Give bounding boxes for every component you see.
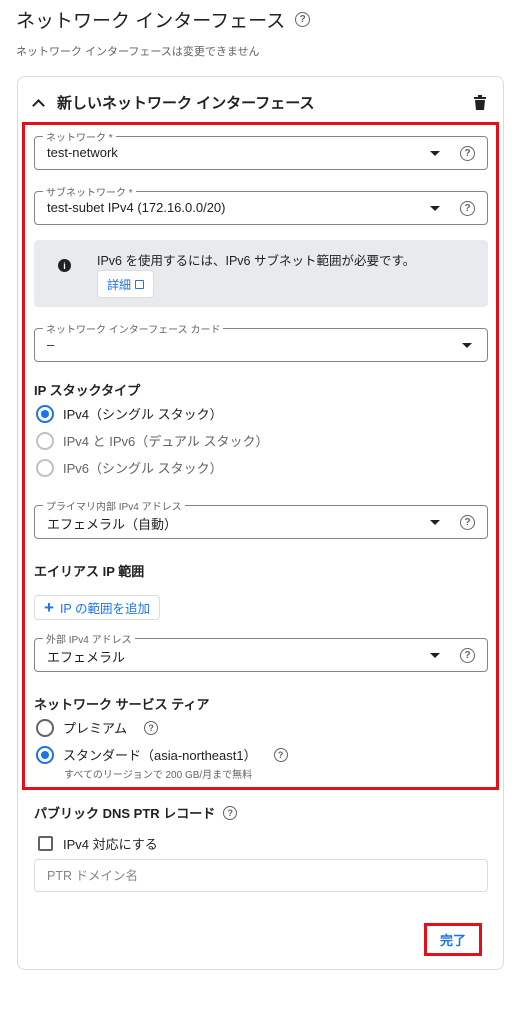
standard-tier-note: すべてのリージョンで 200 GB/月まで無料 xyxy=(64,770,253,781)
info-icon: i xyxy=(58,259,71,272)
alias-ip-title: エイリアス IP 範囲 xyxy=(34,564,145,579)
network-label: ネットワーク * xyxy=(43,129,116,144)
radio-dual-stack[interactable]: IPv4 と IPv6（デュアル スタック） xyxy=(36,431,268,450)
help-icon[interactable]: ? xyxy=(460,648,475,663)
subnetwork-value: test-subet IPv4 (172.16.0.0/20) xyxy=(47,200,226,215)
details-label: 詳細 xyxy=(107,277,132,292)
radio-label: スタンダード（asia-northeast1） xyxy=(63,748,257,763)
nic-card-value: – xyxy=(47,337,55,352)
subnetwork-select[interactable]: サブネットワーク * test-subet IPv4 (172.16.0.0/2… xyxy=(34,184,488,225)
dropdown-caret-icon[interactable] xyxy=(430,206,440,211)
ipv4-enable-checkbox[interactable]: IPv4 対応にする xyxy=(38,834,158,853)
card-header-title: 新しいネットワーク インターフェース xyxy=(57,95,315,112)
service-tier-title: ネットワーク サービス ティア xyxy=(34,697,210,712)
dropdown-caret-icon[interactable] xyxy=(430,520,440,525)
radio-ipv6-single[interactable]: IPv6（シングル スタック） xyxy=(36,458,223,477)
primary-ip-label: プライマリ内部 IPv4 アドレス xyxy=(43,498,185,513)
dns-ptr-title-text: パブリック DNS PTR レコード xyxy=(34,806,216,821)
radio-label: IPv4 と IPv6（デュアル スタック） xyxy=(63,434,269,449)
radio-button[interactable] xyxy=(36,745,54,764)
external-ip-label: 外部 IPv4 アドレス xyxy=(43,631,135,646)
subnetwork-label: サブネットワーク * xyxy=(43,184,136,199)
radio-premium[interactable]: プレミアム ? xyxy=(36,718,159,737)
dropdown-caret-icon[interactable] xyxy=(430,653,440,658)
help-icon[interactable]: ? xyxy=(144,720,159,735)
details-button[interactable]: 詳細 xyxy=(97,270,155,298)
ipv6-info-box: i IPv6 を使用するには、IPv6 サブネット範囲が必要です。 詳細 xyxy=(34,240,488,307)
radio-label: IPv6（シングル スタック） xyxy=(63,461,223,476)
page-title-text: ネットワーク インターフェース xyxy=(16,11,286,32)
info-text: IPv6 を使用するには、IPv6 サブネット範囲が必要です。 xyxy=(97,254,416,268)
page-subtitle: ネットワーク インターフェースは変更できません xyxy=(16,46,260,58)
radio-button[interactable] xyxy=(36,458,54,477)
network-select[interactable]: ネットワーク * test-network ? xyxy=(34,129,488,170)
nic-card-select[interactable]: ネットワーク インターフェース カード – xyxy=(34,321,488,362)
ptr-domain-input[interactable] xyxy=(35,860,487,891)
radio-label: IPv4（シングル スタック） xyxy=(63,407,223,422)
ip-stack-title: IP スタックタイプ xyxy=(34,383,141,398)
radio-standard[interactable]: スタンダード（asia-northeast1） ? xyxy=(36,745,288,764)
dns-ptr-title: パブリック DNS PTR レコード ? xyxy=(34,803,238,822)
trash-icon[interactable] xyxy=(473,95,487,110)
external-link-icon xyxy=(135,279,145,289)
radio-label: プレミアム xyxy=(63,721,128,736)
plus-icon: + xyxy=(44,598,54,617)
add-ip-range-button[interactable]: + IP の範囲を追加 xyxy=(34,595,160,620)
add-ip-range-label: IP の範囲を追加 xyxy=(59,602,150,616)
dropdown-caret-icon[interactable] xyxy=(462,343,472,348)
card-header[interactable]: 新しいネットワーク インターフェース xyxy=(32,92,315,113)
checkbox-label: IPv4 対応にする xyxy=(63,837,158,852)
help-icon[interactable]: ? xyxy=(460,201,475,216)
radio-button[interactable] xyxy=(36,431,54,450)
help-icon[interactable]: ? xyxy=(460,515,475,530)
help-icon[interactable]: ? xyxy=(295,12,311,27)
primary-ip-select[interactable]: プライマリ内部 IPv4 アドレス エフェメラル（自動） ? xyxy=(34,498,488,539)
ptr-domain-field[interactable] xyxy=(34,859,488,892)
page-title: ネットワーク インターフェース ? xyxy=(16,6,311,33)
external-ip-value: エフェメラル xyxy=(47,650,126,665)
nic-card-label: ネットワーク インターフェース カード xyxy=(43,321,224,336)
network-value: test-network xyxy=(47,145,118,160)
external-ip-select[interactable]: 外部 IPv4 アドレス エフェメラル ? xyxy=(34,631,488,672)
primary-ip-value: エフェメラル（自動） xyxy=(47,517,178,532)
done-button[interactable]: 完了 xyxy=(440,930,466,949)
dropdown-caret-icon[interactable] xyxy=(430,151,440,156)
chevron-up-icon[interactable] xyxy=(32,98,45,112)
done-highlight-frame: 完了 xyxy=(424,923,482,956)
radio-ipv4-single[interactable]: IPv4（シングル スタック） xyxy=(36,404,223,423)
help-icon[interactable]: ? xyxy=(273,747,288,762)
checkbox[interactable] xyxy=(38,836,53,851)
radio-button[interactable] xyxy=(36,404,54,423)
help-icon[interactable]: ? xyxy=(460,146,475,161)
help-icon[interactable]: ? xyxy=(223,805,238,820)
radio-button[interactable] xyxy=(36,718,54,737)
